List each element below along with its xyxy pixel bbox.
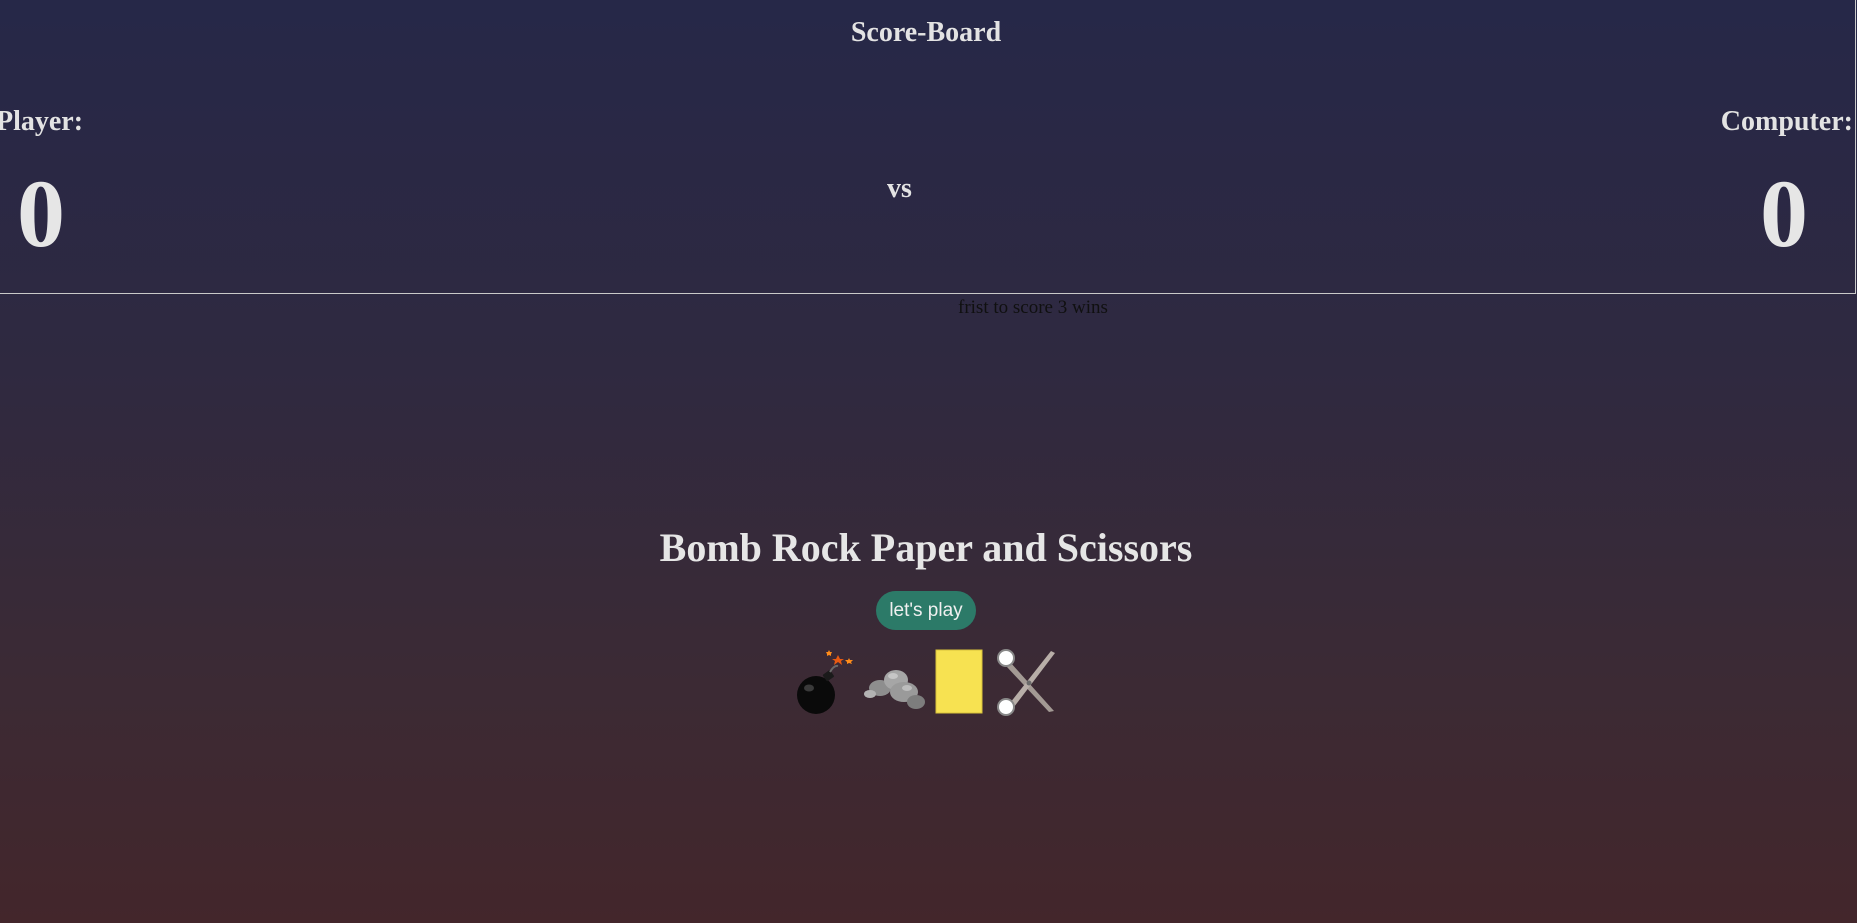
rule-text: frist to score 3 wins: [958, 297, 1108, 318]
choice-buttons: [792, 648, 1062, 716]
paper-icon[interactable]: [934, 648, 984, 716]
scissors-icon[interactable]: [996, 648, 1058, 716]
bomb-icon[interactable]: [792, 648, 854, 716]
scoreboard-title: Score-Board: [850, 17, 1002, 48]
lets-play-button[interactable]: let's play: [876, 591, 976, 630]
vs-label: vs: [887, 173, 912, 204]
computer-label: Computer:: [1720, 106, 1853, 137]
computer-score: 0: [1760, 160, 1808, 267]
rock-icon[interactable]: [860, 648, 930, 716]
game-title: Bomb Rock Paper and Scissors: [659, 525, 1193, 570]
player-score: 0: [17, 160, 65, 267]
player-label: Player:: [0, 106, 84, 137]
scoreboard: Score-Board Player: Computer: 0 vs 0: [0, 0, 1856, 294]
